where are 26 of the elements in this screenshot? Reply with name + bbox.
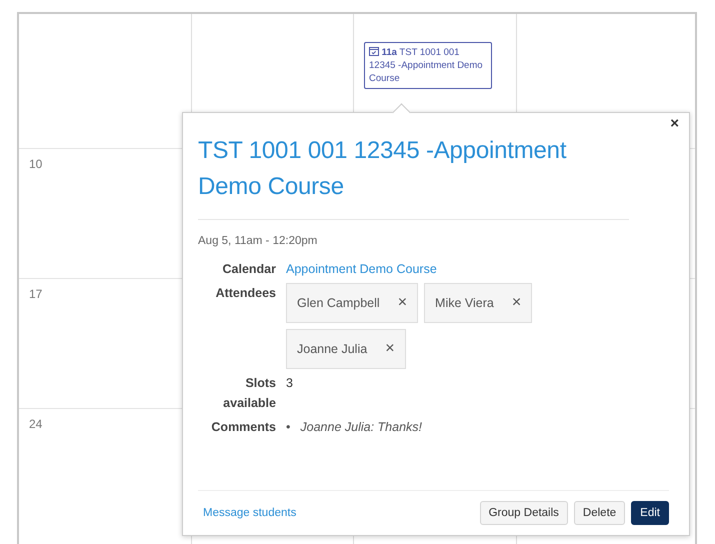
attendee-name: Joanne Julia: [297, 341, 368, 358]
calendar-icon: [369, 46, 379, 56]
secondary-button[interactable]: Group Details: [480, 501, 568, 525]
primary-button[interactable]: Edit: [631, 501, 669, 525]
close-button[interactable]: ×: [668, 115, 681, 132]
attendee-name: Mike Viera: [435, 295, 494, 312]
event-title: TST 1001 001 12345 -Appointment Demo Course: [198, 133, 629, 220]
detail-label: Calendar: [222, 261, 276, 278]
remove-button[interactable]: ×: [385, 341, 395, 357]
day-number: 17: [29, 287, 42, 301]
event-datetime: Aug 5, 11am - 12:20pm: [198, 235, 318, 247]
detail-label: Attendees: [216, 285, 276, 302]
comment-text: Joanne Julia: Thanks!: [300, 419, 423, 436]
day-number: 10: [29, 157, 42, 171]
calendar-link[interactable]: Appointment Demo Course: [286, 262, 437, 276]
attendee-name: Glen Campbell: [297, 295, 380, 312]
remove-button[interactable]: ×: [398, 295, 408, 311]
day-number: 24: [29, 417, 42, 431]
detail-value: 3: [286, 376, 293, 390]
detail-label: Slots available: [222, 375, 276, 412]
secondary-button[interactable]: Delete: [574, 501, 626, 525]
calendar-event[interactable]: 11a TST 1001 001 12345 -Appointment Demo Course: [364, 42, 492, 89]
remove-button[interactable]: ×: [512, 295, 522, 311]
message-students-link[interactable]: Message students: [203, 507, 296, 519]
detail-label: Comments: [211, 419, 276, 436]
bullet-mark: •: [286, 419, 290, 436]
